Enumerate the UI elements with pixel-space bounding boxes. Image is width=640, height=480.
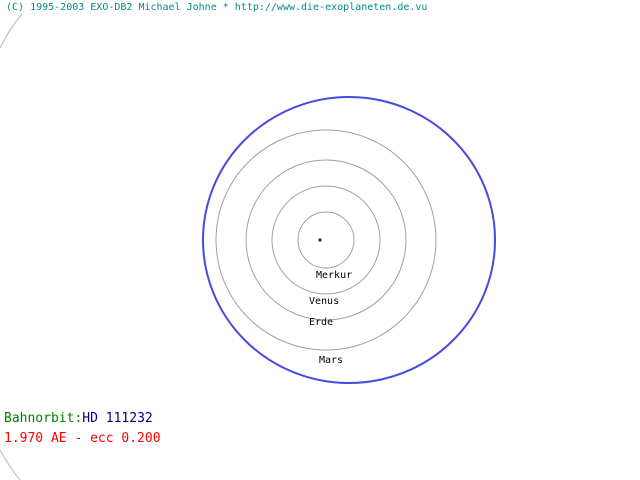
star-name: HD 111232 — [82, 411, 153, 426]
orbit-params: 1.970 AE - ecc 0.200 — [4, 431, 161, 446]
orbit-diagram: Merkur Venus Erde Mars — [0, 13, 496, 480]
copyright-text: (C) 1995-2003 EXO-DB2 Michael Johne * ht… — [6, 2, 428, 13]
orbit-merkur — [297, 211, 355, 269]
outer-orbit-arc-bottom — [0, 449, 21, 480]
bahnorbit-label: Bahnorbit: — [4, 411, 83, 426]
planet-label-mars: Mars — [319, 355, 343, 366]
planet-label-merkur: Merkur — [316, 270, 352, 281]
orbit-caption: Bahnorbit:HD 111232 — [4, 412, 153, 425]
planet-label-venus: Venus — [309, 296, 339, 307]
planet-label-erde: Erde — [309, 317, 333, 328]
star-marker — [318, 238, 322, 242]
outer-orbit-arc-top — [0, 13, 23, 49]
exoplanet-orbit — [202, 96, 496, 384]
